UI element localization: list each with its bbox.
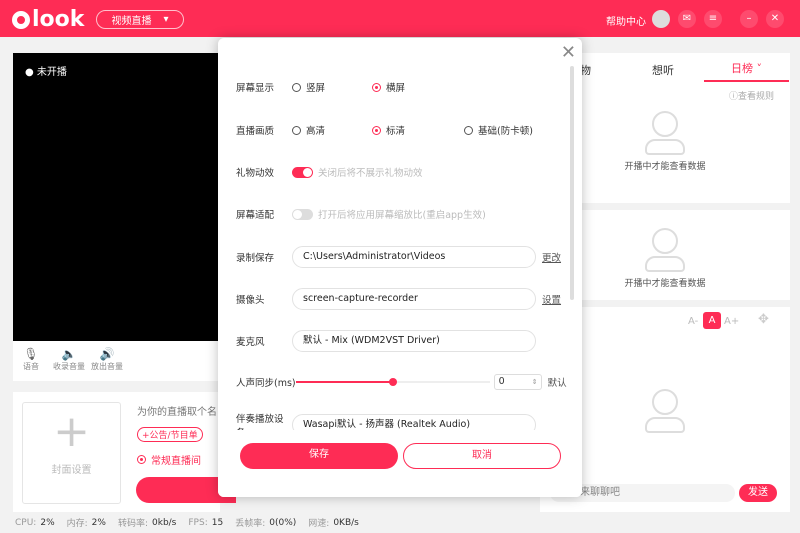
gift-effect-toggle[interactable] [292, 166, 313, 178]
sd-radio[interactable]: 标清 [372, 123, 464, 137]
portrait-radio[interactable]: 竖屏 [292, 80, 372, 94]
cover-setting[interactable]: + 封面设置 [22, 402, 121, 504]
close-icon[interactable]: ✕ [766, 10, 784, 28]
send-button[interactable]: 发送 [739, 484, 777, 502]
settings-dialog: ✕ 屏幕显示 竖屏 横屏 直播画质 高清 标清 基础(防卡顿) 礼物动效 关闭后将… [218, 38, 582, 497]
camera-settings-link[interactable]: 设置 [542, 292, 561, 306]
change-path-link[interactable]: 更改 [542, 250, 561, 264]
menu-icon[interactable]: ≡ [704, 10, 722, 28]
audio-controls: 🎙 语音 🔈 收录音量 🔊 放出音量 [13, 341, 220, 381]
live-status: ● 未开播 [25, 67, 67, 78]
screen-label: 屏幕显示 [236, 83, 275, 94]
camera-select[interactable]: screen-capture-recorder [292, 288, 536, 310]
input-volume-button[interactable]: 🔈 收录音量 [53, 347, 85, 372]
basic-radio[interactable]: 基础(防卡顿) [464, 123, 533, 137]
sync-reset-link[interactable]: 默认 [548, 375, 567, 389]
video-preview: ● 未开播 [13, 53, 220, 341]
gift-label: 礼物动效 [236, 168, 275, 179]
room-type-radio[interactable]: 常规直播间 [137, 452, 201, 467]
help-center-link[interactable]: 帮助中心 [606, 13, 646, 28]
record-label: 录制保存 [236, 253, 275, 264]
sync-number-input[interactable]: 0 ⇕ [493, 374, 542, 390]
cancel-button[interactable]: 取消 [403, 443, 561, 469]
rules-link[interactable]: ⓘ查看规则 [729, 89, 774, 102]
save-button[interactable]: 保存 [240, 443, 398, 469]
landscape-radio[interactable]: 横屏 [372, 80, 405, 94]
record-path-input[interactable]: C:\Users\Administrator\Videos [292, 246, 536, 268]
chevron-down-icon: ▾ [163, 14, 169, 25]
gift-hint: 关闭后将不展示礼物动效 [318, 168, 423, 179]
tab-want[interactable]: 想听 [652, 62, 674, 78]
logo: look [12, 7, 84, 32]
camera-label: 摄像头 [236, 295, 265, 306]
voice-button[interactable]: 🎙 语音 [23, 347, 39, 372]
mode-dropdown[interactable]: 视频直播 ▾ [96, 10, 184, 29]
mic-label: 麦克风 [236, 337, 265, 348]
mail-icon[interactable]: ✉ [678, 10, 696, 28]
move-icon[interactable]: ✥ [758, 312, 769, 327]
sync-slider[interactable] [295, 378, 490, 386]
fit-hint: 打开后将应用屏幕缩放比(重启app生效) [318, 210, 486, 221]
output-volume-button[interactable]: 🔊 放出音量 [91, 347, 123, 372]
font-normal-button[interactable]: A [703, 312, 721, 329]
room-title-input[interactable]: 为你的直播取个名 [137, 403, 217, 418]
tab-daily[interactable]: 日榜 ˅ [704, 56, 789, 82]
sync-label: 人声同步(ms) [236, 378, 296, 389]
mic-select[interactable]: 默认 - Mix (WDM2VST Driver) [292, 330, 536, 352]
notice-button[interactable]: +公告/节目单 [137, 427, 203, 442]
screen-fit-toggle[interactable] [292, 208, 313, 220]
speaker-out-icon: 🔊 [99, 347, 115, 361]
close-icon[interactable]: ✕ [561, 42, 576, 63]
header: look 视频直播 ▾ 帮助中心 ✉ ≡ – ✕ [0, 0, 800, 37]
plus-icon: + [53, 406, 90, 457]
microphone-icon: 🎙 [23, 347, 39, 361]
hd-radio[interactable]: 高清 [292, 123, 372, 137]
font-smaller-button[interactable]: A- [688, 316, 698, 327]
minimize-icon[interactable]: – [740, 10, 758, 28]
speaker-in-icon: 🔈 [61, 347, 77, 361]
avatar[interactable] [652, 10, 670, 28]
status-bar: CPU: 2% 内存: 2% 转码率: 0kb/s FPS: 15 丢帧率: 0(0%) 网速: 0K… [15, 517, 359, 530]
fit-label: 屏幕适配 [236, 210, 275, 221]
quality-label: 直播画质 [236, 126, 275, 137]
spinner-icon[interactable]: ⇕ [532, 375, 538, 389]
scrollbar[interactable] [570, 66, 574, 300]
font-larger-button[interactable]: A+ [724, 316, 739, 327]
